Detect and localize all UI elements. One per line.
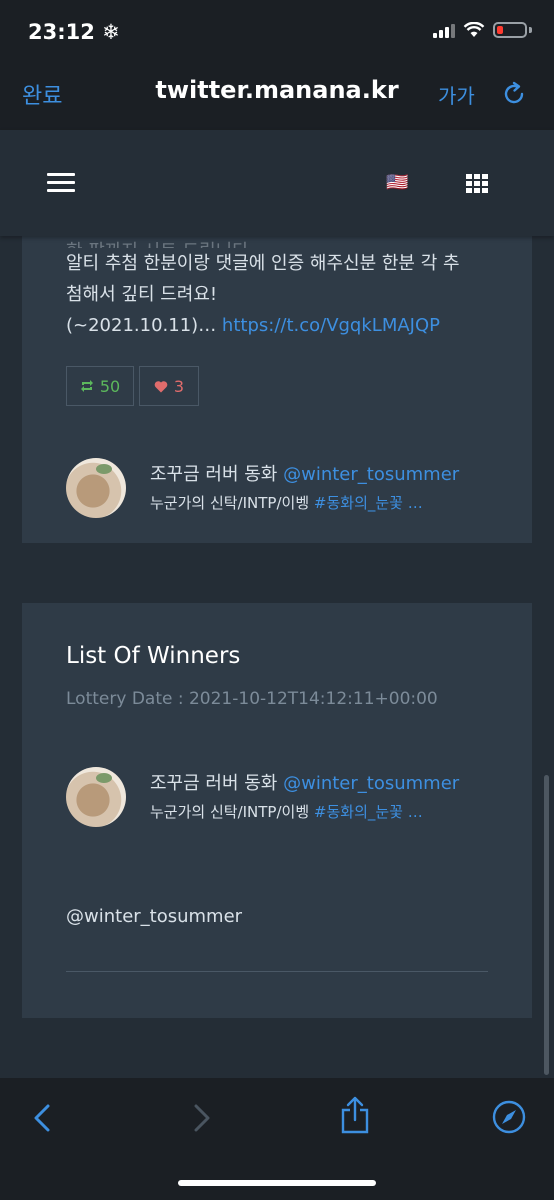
reload-icon[interactable] bbox=[500, 80, 528, 108]
winners-card: List Of Winners Lottery Date : 2021-10-1… bbox=[22, 603, 532, 1018]
user-bio-text: 누군가의 신탁/INTP/이벵 bbox=[150, 803, 314, 821]
status-bar: 23:12 ❄ bbox=[0, 0, 554, 62]
apps-grid-icon[interactable] bbox=[466, 174, 488, 193]
share-icon[interactable] bbox=[340, 1096, 370, 1134]
status-time: 23:12 ❄ bbox=[28, 20, 120, 44]
user-name: 조꾸금 러버 동화 @winter_tosummer bbox=[150, 460, 459, 486]
user-bio-text: 누군가의 신탁/INTP/이벵 bbox=[150, 494, 314, 512]
forward-icon[interactable] bbox=[192, 1104, 212, 1132]
avatar[interactable] bbox=[66, 767, 126, 827]
back-icon[interactable] bbox=[32, 1104, 52, 1132]
lottery-date: Lottery Date : 2021-10-12T14:12:11+00:00 bbox=[66, 689, 438, 709]
text-size-button[interactable]: 가가 bbox=[438, 80, 475, 109]
winners-title: List Of Winners bbox=[66, 643, 241, 669]
user-display-name: 조꾸금 러버 동화 bbox=[150, 773, 278, 794]
tweet-text: 한 팝까지 시트 드립니다 알티 추첨 한분이랑 댓글에 인증 해주신분 한분 … bbox=[66, 240, 516, 341]
clock: 23:12 bbox=[28, 20, 95, 44]
retweet-button[interactable]: 50 bbox=[66, 366, 134, 406]
tweet-line: 첨해서 깊티 드려요! bbox=[66, 284, 218, 305]
retweet-icon bbox=[80, 380, 93, 392]
bio-hashtag[interactable]: #동화의_눈꽃 … bbox=[314, 803, 423, 821]
compass-icon[interactable] bbox=[492, 1100, 526, 1134]
winner-handle[interactable]: @winter_tosummer bbox=[66, 906, 242, 927]
tweet-card: 한 팝까지 시트 드립니다 알티 추첨 한분이랑 댓글에 인증 해주신분 한분 … bbox=[22, 200, 532, 543]
tweet-partial-line: 한 팝까지 시트 드립니다 bbox=[66, 236, 516, 248]
scrollbar[interactable] bbox=[544, 775, 549, 1075]
like-count: 3 bbox=[173, 376, 185, 396]
user-row[interactable]: 조꾸금 러버 동화 @winter_tosummer 누군가의 신탁/INTP/… bbox=[66, 767, 506, 831]
user-name: 조꾸금 러버 동화 @winter_tosummer bbox=[150, 769, 459, 795]
tweet-line: (~2021.10.11)… https://t.co/VgqkLMAJQP bbox=[66, 310, 516, 341]
tweet-line: 알티 추첨 한분이랑 댓글에 인증 해주신분 한분 각 추 bbox=[66, 253, 460, 274]
heart-icon bbox=[154, 380, 168, 392]
tweet-link[interactable]: https://t.co/VgqkLMAJQP bbox=[222, 315, 440, 336]
site-header: 🇺🇸 bbox=[0, 130, 554, 236]
user-row[interactable]: 조꾸금 러버 동화 @winter_tosummer 누군가의 신탁/INTP/… bbox=[66, 458, 506, 522]
snowflake-icon: ❄ bbox=[102, 20, 120, 44]
home-indicator[interactable] bbox=[178, 1180, 376, 1186]
user-display-name: 조꾸금 러버 동화 bbox=[150, 464, 278, 485]
user-bio: 누군가의 신탁/INTP/이벵 #동화의_눈꽃 … bbox=[150, 492, 423, 513]
user-handle[interactable]: @winter_tosummer bbox=[283, 464, 459, 485]
menu-icon[interactable] bbox=[47, 173, 75, 193]
bio-hashtag[interactable]: #동화의_눈꽃 … bbox=[314, 494, 423, 512]
signal-icon bbox=[433, 22, 455, 38]
user-handle[interactable]: @winter_tosummer bbox=[283, 773, 459, 794]
retweet-count: 50 bbox=[99, 376, 121, 396]
us-flag-icon[interactable]: 🇺🇸 bbox=[386, 172, 408, 193]
browser-top-bar: 완료 twitter.manana.kr 가가 bbox=[0, 62, 554, 130]
battery-icon bbox=[493, 22, 527, 38]
divider bbox=[66, 971, 488, 972]
avatar[interactable] bbox=[66, 458, 126, 518]
user-bio: 누군가의 신탁/INTP/이벵 #동화의_눈꽃 … bbox=[150, 801, 423, 822]
like-button[interactable]: 3 bbox=[139, 366, 199, 406]
wifi-icon bbox=[463, 22, 485, 37]
status-icons bbox=[433, 22, 532, 38]
tweet-text-prefix: (~2021.10.11)… bbox=[66, 315, 222, 336]
